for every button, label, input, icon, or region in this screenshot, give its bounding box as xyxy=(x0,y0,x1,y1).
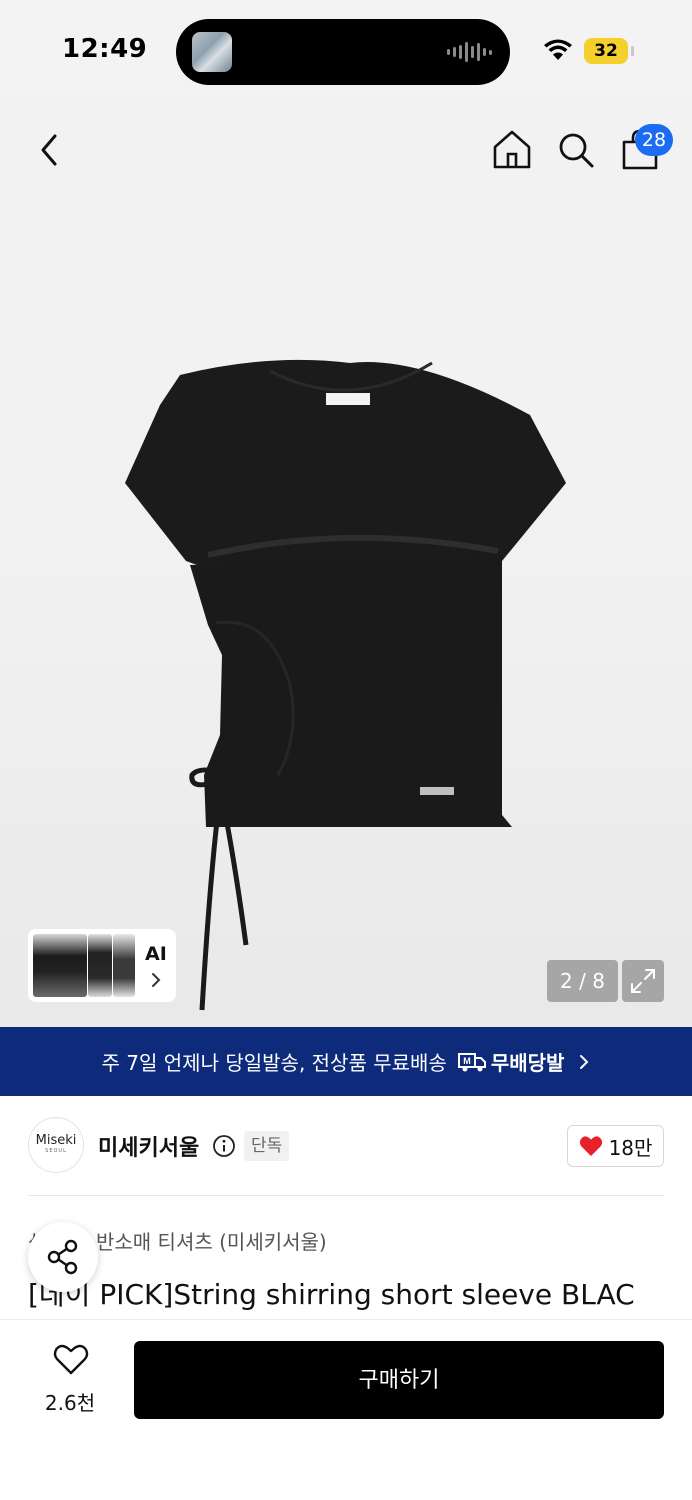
free-shipping-label: 무배당발 xyxy=(490,1051,565,1075)
wifi-icon xyxy=(544,39,572,60)
brand-favorite-button[interactable]: 18만 xyxy=(567,1125,664,1167)
chevron-right-icon xyxy=(580,1054,589,1069)
home-icon[interactable] xyxy=(490,126,534,174)
ai-label: AI xyxy=(145,943,167,965)
like-count: 2.6천 xyxy=(44,1391,96,1415)
brand-logo-name: Miseki xyxy=(35,1133,77,1148)
expand-icon[interactable] xyxy=(622,960,664,1002)
share-icon xyxy=(47,1239,78,1275)
free-shipping-logo: M 무배당발 xyxy=(457,1047,565,1076)
status-time: 12:49 xyxy=(62,34,148,64)
audio-wave-icon xyxy=(447,41,492,63)
heart-outline-icon xyxy=(53,1344,89,1375)
product-image-area[interactable]: 12:49 32 28 AI 2 / 8 xyxy=(0,0,692,1027)
brand-logo[interactable]: Miseki SEOUL xyxy=(28,1117,84,1173)
battery-cap xyxy=(631,46,634,56)
ai-thumbnail-2 xyxy=(88,934,112,997)
brand-logo-sub: SEOUL xyxy=(45,1148,67,1154)
media-thumbnail xyxy=(192,32,232,72)
cart-count-badge: 28 xyxy=(635,124,673,156)
divider xyxy=(28,1195,664,1196)
search-icon[interactable] xyxy=(554,128,598,172)
chevron-right-icon xyxy=(152,973,161,987)
back-icon[interactable] xyxy=(30,128,70,172)
banner-text: 주 7일 언제나 당일발송, 전상품 무료배송 xyxy=(101,1051,447,1075)
dynamic-island xyxy=(176,19,510,85)
ai-thumbnail-3 xyxy=(113,934,135,997)
ai-fitting-card[interactable]: AI xyxy=(28,929,176,1002)
buy-button[interactable]: 구매하기 xyxy=(134,1341,664,1419)
product-category[interactable]: 반소매 티셔츠 (미세키서울) xyxy=(96,1226,327,1255)
product-title: [데이 PICK]String shirring short sleeve BL… xyxy=(28,1278,635,1311)
svg-text:M: M xyxy=(463,1056,471,1066)
image-counter: 2 / 8 xyxy=(547,960,618,1002)
info-icon[interactable] xyxy=(212,1134,236,1158)
brand-name[interactable]: 미세키서울 xyxy=(98,1130,199,1162)
truck-icon: M xyxy=(457,1052,486,1071)
exclusive-badge: 단독 xyxy=(244,1131,290,1161)
battery-level: 32 xyxy=(584,38,628,64)
share-button[interactable] xyxy=(28,1222,98,1292)
heart-filled-icon xyxy=(579,1136,602,1156)
brand-favorite-count: 18만 xyxy=(608,1135,653,1160)
ai-thumbnail-1 xyxy=(33,934,87,997)
shipping-banner[interactable]: 주 7일 언제나 당일발송, 전상품 무료배송 M 무배당발 xyxy=(0,1027,692,1096)
product-photo xyxy=(125,359,566,1011)
